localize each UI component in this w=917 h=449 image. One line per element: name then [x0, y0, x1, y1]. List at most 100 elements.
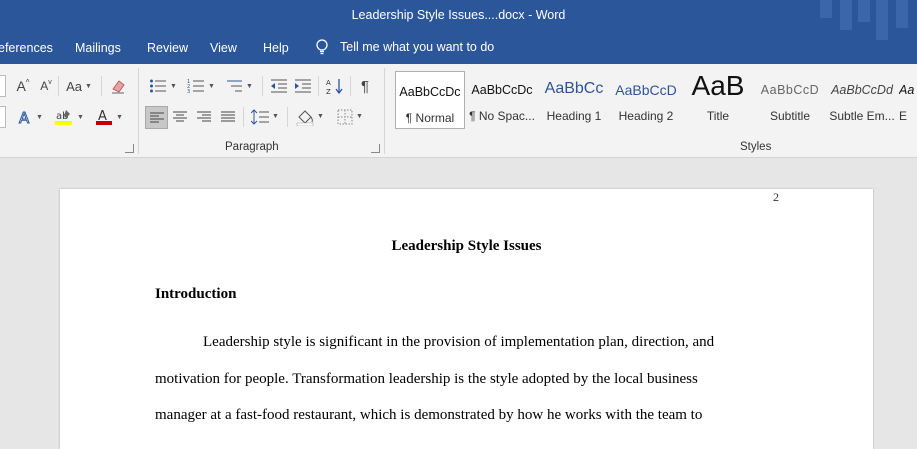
change-case-icon: Aa — [66, 78, 82, 94]
style-no-spacing[interactable]: AaBbCcDc ¶ No Spac... — [467, 70, 537, 130]
separator — [318, 76, 319, 96]
body-text-line: motivation for people. Transformation le… — [155, 371, 698, 387]
text-effects-icon: A — [19, 109, 31, 125]
font-color-icon: A — [96, 109, 113, 125]
shading-button[interactable]: ▼ — [293, 106, 327, 127]
tell-me-text: Tell me what you want to do — [340, 40, 495, 54]
tell-me-search[interactable]: Tell me what you want to do — [315, 39, 494, 55]
title-bar: Leadership Style Issues....docx - Word e… — [0, 0, 917, 64]
separator — [101, 76, 102, 96]
separator — [287, 107, 288, 127]
grow-font-icon: A — [16, 78, 26, 94]
document-page[interactable]: 2 Leadership Style Issues Introduction L… — [60, 189, 873, 449]
styles-group-label: Styles — [740, 141, 772, 153]
tab-review[interactable]: Review — [147, 41, 188, 55]
style-heading-2[interactable]: AaBbCcD Heading 2 — [611, 70, 681, 130]
align-right-button[interactable] — [193, 106, 214, 127]
decrease-indent-icon — [271, 79, 287, 93]
window-title: Leadership Style Issues....docx - Word — [351, 8, 566, 22]
increase-indent-icon — [295, 79, 311, 93]
increase-indent-button[interactable] — [292, 76, 314, 96]
style-name: ¶ No Spac... — [469, 109, 535, 123]
grow-font-button[interactable]: A ^ — [12, 76, 34, 96]
section-heading: Introduction — [155, 286, 237, 302]
highlighter-icon: ab — [55, 110, 73, 125]
style-emphasis[interactable]: Aa E — [899, 70, 917, 130]
page-number: 2 — [773, 190, 779, 204]
style-normal[interactable]: AaBbCcDc ¶ Normal — [395, 71, 465, 129]
align-center-icon — [172, 111, 187, 121]
show-formatting-marks-button[interactable]: ¶ — [355, 76, 375, 96]
separator — [58, 76, 59, 96]
svg-text:A: A — [326, 79, 331, 87]
highlight-color-button[interactable]: ab ▼ — [52, 107, 86, 127]
style-name: Subtle Em... — [829, 109, 895, 123]
pilcrow-icon: ¶ — [360, 77, 370, 95]
tab-mailings[interactable]: Mailings — [75, 41, 121, 55]
change-case-button[interactable]: Aa ▼ — [63, 76, 95, 96]
lightbulb-icon — [316, 39, 328, 55]
numbering-button[interactable]: 1 2 3 ▼ — [184, 76, 218, 96]
document-title: Leadership Style Issues — [391, 238, 542, 254]
group-separator — [138, 68, 139, 154]
group-separator — [384, 68, 385, 154]
font-color-button[interactable]: A ▼ — [92, 107, 126, 127]
font-dialog-launcher-icon[interactable] — [125, 144, 134, 153]
style-name: ¶ Normal — [405, 111, 455, 125]
style-preview: Aa — [899, 83, 915, 97]
tab-view[interactable]: View — [210, 41, 237, 55]
multilevel-list-button[interactable]: ▼ — [222, 76, 256, 96]
style-name: Heading 2 — [618, 109, 674, 123]
justify-icon — [220, 111, 235, 121]
multilevel-list-icon — [227, 80, 243, 92]
paragraph-group-label: Paragraph — [225, 141, 279, 153]
line-spacing-button[interactable]: ▼ — [248, 106, 282, 127]
style-preview: AaB — [691, 70, 745, 101]
align-right-icon — [196, 111, 211, 121]
align-left-button[interactable] — [145, 106, 168, 129]
justify-button[interactable] — [217, 106, 238, 127]
bullets-icon — [150, 79, 167, 93]
tab-help[interactable]: Help — [263, 41, 289, 55]
text-effects-button[interactable]: A ▼ — [14, 107, 46, 127]
style-subtitle[interactable]: AaBbCcD Subtitle — [755, 70, 825, 130]
eraser-icon — [112, 80, 125, 94]
style-preview: AaBbCcD — [760, 83, 820, 97]
svg-text:Z: Z — [326, 88, 331, 95]
font-size-box[interactable] — [0, 75, 6, 97]
style-title[interactable]: AaB Title — [683, 70, 753, 130]
paint-bucket-icon — [296, 109, 314, 126]
decrease-indent-button[interactable] — [268, 76, 290, 96]
style-preview: AaBbCc — [544, 80, 604, 97]
styles-gallery: AaBbCcDc ¶ Normal AaBbCcDc ¶ No Spac... … — [394, 70, 917, 130]
tab-references[interactable]: eferences — [0, 41, 53, 55]
style-name: Title — [706, 109, 730, 123]
shrink-font-button[interactable]: Av — [36, 76, 56, 96]
borders-icon — [337, 109, 353, 124]
ribbon: A ^ Av Aa ▼ A ▼ ab ▼ A ▼ ▼ 1 2 3 ▼ ▼ A Z… — [0, 64, 917, 158]
line-spacing-icon — [251, 108, 270, 125]
separator — [350, 76, 351, 96]
clear-formatting-button[interactable] — [108, 76, 128, 96]
separator — [262, 76, 263, 96]
bullets-button[interactable]: ▼ — [146, 76, 180, 96]
svg-text:3: 3 — [187, 89, 190, 94]
numbering-icon: 1 2 3 — [187, 79, 205, 94]
svg-text:A: A — [19, 109, 30, 125]
paragraph-dialog-launcher-icon[interactable] — [371, 144, 380, 153]
body-text-line: Leadership style is significant in the p… — [203, 334, 715, 350]
style-preview: AaBbCcDc — [399, 85, 461, 99]
style-subtle-emphasis[interactable]: AaBbCcDd Subtle Em... — [827, 70, 897, 130]
font-style-box[interactable] — [0, 106, 6, 128]
style-name: E — [899, 109, 908, 123]
align-center-button[interactable] — [169, 106, 190, 127]
style-heading-1[interactable]: AaBbCc Heading 1 — [539, 70, 609, 130]
style-name: Heading 1 — [546, 109, 602, 123]
sort-button[interactable]: A Z — [324, 76, 346, 96]
body-text-line: manager at a fast-food restaurant, which… — [155, 407, 703, 423]
borders-button[interactable]: ▼ — [333, 106, 367, 127]
style-preview: AaBbCcD — [615, 82, 677, 98]
style-preview: AaBbCcDc — [471, 83, 533, 97]
align-left-icon — [149, 112, 164, 122]
style-preview: AaBbCcDd — [831, 83, 893, 97]
